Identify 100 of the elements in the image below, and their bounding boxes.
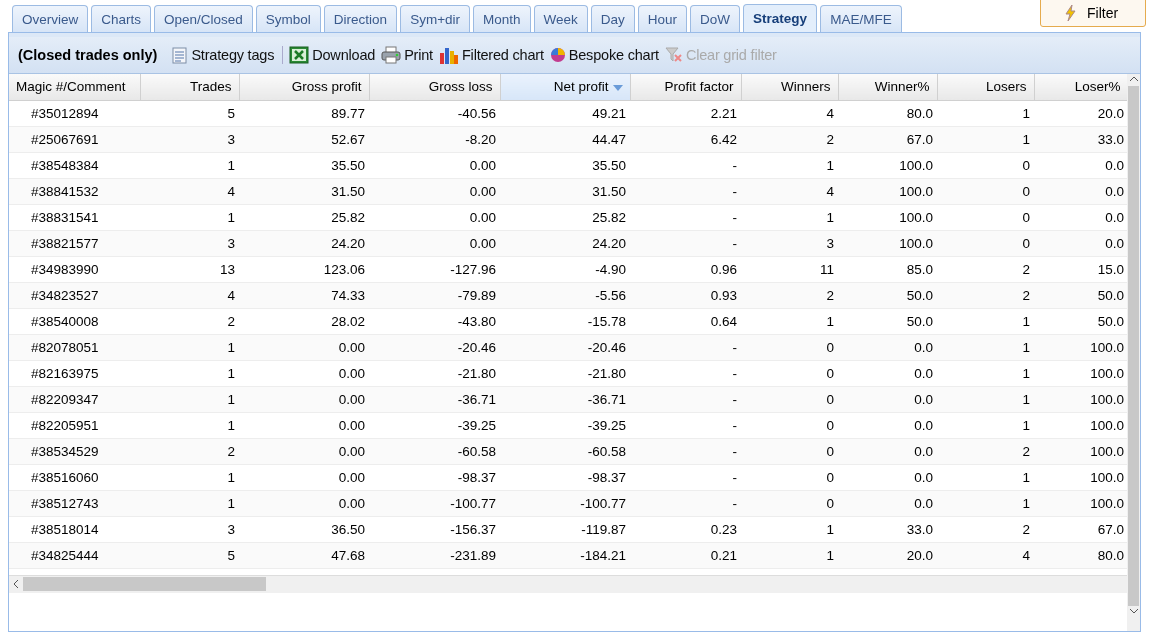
table-cell: 44.47 — [500, 126, 630, 152]
pie-chart-icon — [549, 47, 566, 63]
table-cell: 0.0 — [838, 464, 937, 490]
table-cell: -36.71 — [369, 386, 500, 412]
tab[interactable]: Week — [533, 5, 588, 32]
tab[interactable]: Overview — [12, 5, 89, 32]
table-cell: 0.00 — [239, 386, 369, 412]
scroll-left-icon[interactable] — [11, 579, 21, 589]
table-cell: #82078051 — [9, 334, 140, 360]
table-cell: 0.00 — [239, 490, 369, 516]
table-cell: - — [630, 386, 741, 412]
table-cell: - — [630, 412, 741, 438]
toolbar-title: (Closed trades only) — [18, 47, 158, 63]
column-header[interactable]: Loser% — [1034, 74, 1127, 100]
table-cell: 47.68 — [239, 542, 369, 568]
tab[interactable]: Open/Closed — [154, 5, 253, 32]
table-cell: #38518014 — [9, 516, 140, 542]
toolbar-link[interactable]: Filtered chart — [438, 45, 544, 65]
table-cell: 1 — [741, 516, 838, 542]
table-cell: -156.37 — [369, 516, 500, 542]
table-cell: 25.82 — [500, 204, 630, 230]
tab[interactable]: Strategy — [743, 4, 818, 32]
table-cell: 1 — [937, 334, 1034, 360]
filter-button[interactable]: Filter — [1040, 0, 1146, 27]
column-header[interactable]: Gross profit — [239, 74, 369, 100]
sort-descending-icon — [612, 84, 623, 91]
table-cell: 0.0 — [1034, 178, 1127, 204]
table-cell: 4 — [937, 542, 1034, 568]
table-cell: 0.96 — [630, 256, 741, 282]
table-cell: 33.0 — [838, 516, 937, 542]
table-cell: 0.0 — [838, 386, 937, 412]
table-cell: 0 — [741, 464, 838, 490]
table-cell: 5 — [140, 542, 239, 568]
table-cell: 1 — [140, 412, 239, 438]
table-cell: 0.0 — [1034, 230, 1127, 256]
table-cell: 3 — [140, 516, 239, 542]
table-cell: 1 — [937, 386, 1034, 412]
scroll-up-icon[interactable] — [1128, 74, 1139, 84]
column-header[interactable]: Losers — [937, 74, 1034, 100]
column-header[interactable]: Gross loss — [369, 74, 500, 100]
column-header[interactable]: Profit factor — [630, 74, 741, 100]
scroll-down-icon[interactable] — [1128, 606, 1139, 616]
tab[interactable]: Sym+dir — [400, 5, 471, 32]
tab[interactable]: DoW — [690, 5, 741, 32]
column-header[interactable]: Winner% — [838, 74, 937, 100]
table-cell: 4 — [741, 100, 838, 126]
table-cell: 13 — [140, 256, 239, 282]
column-header[interactable]: Trades — [140, 74, 239, 100]
tab[interactable]: Hour — [637, 5, 688, 32]
tab[interactable]: Charts — [91, 5, 152, 32]
table-cell: 49.21 — [500, 100, 630, 126]
table-cell: 28.02 — [239, 308, 369, 334]
table-cell: 2 — [937, 438, 1034, 464]
table-cell: -4.90 — [500, 256, 630, 282]
table-cell: 100.0 — [838, 204, 937, 230]
table-cell: 100.0 — [838, 178, 937, 204]
table-cell: - — [630, 204, 741, 230]
tab[interactable]: Direction — [323, 5, 398, 32]
table-cell: 0 — [741, 334, 838, 360]
toolbar-link[interactable]: Download — [289, 46, 376, 64]
table-cell: 1 — [937, 360, 1034, 386]
table-cell: -40.56 — [369, 100, 500, 126]
table-cell: 1 — [937, 126, 1034, 152]
table-cell: 0.23 — [630, 516, 741, 542]
table-cell: 33.0 — [1034, 126, 1127, 152]
table-cell: 5 — [140, 100, 239, 126]
table-cell: 2.21 — [630, 100, 741, 126]
table-cell: -20.46 — [500, 334, 630, 360]
scrollbar-thumb[interactable] — [1128, 86, 1139, 606]
table-cell: 0 — [937, 204, 1034, 230]
table-cell: 100.0 — [838, 230, 937, 256]
table-cell: #35012894 — [9, 100, 140, 126]
table-cell: -98.37 — [500, 464, 630, 490]
column-header[interactable]: Magic #/Comment — [9, 74, 140, 100]
table-cell: -36.71 — [500, 386, 630, 412]
toolbar-link[interactable]: Bespoke chart — [549, 47, 659, 63]
table-cell: 1 — [741, 152, 838, 178]
table-cell: -20.46 — [369, 334, 500, 360]
column-header[interactable]: Net profit — [500, 74, 630, 100]
table-cell: 0 — [937, 152, 1034, 178]
clear-filter-icon — [664, 46, 683, 64]
table-cell: 0.00 — [369, 204, 500, 230]
table-cell: 1 — [937, 490, 1034, 516]
tab[interactable]: Month — [473, 5, 531, 32]
toolbar-link[interactable]: Strategy tags — [171, 46, 275, 64]
table-cell: 89.77 — [239, 100, 369, 126]
table-cell: 2 — [937, 282, 1034, 308]
tab[interactable]: Symbol — [255, 5, 321, 32]
tab[interactable]: MAE/MFE — [820, 5, 902, 32]
table-cell: #34823527 — [9, 282, 140, 308]
table-cell: #38540008 — [9, 308, 140, 334]
table-cell: 67.0 — [838, 126, 937, 152]
table-cell: 0 — [937, 230, 1034, 256]
table-cell: 0.00 — [239, 334, 369, 360]
column-header[interactable]: Winners — [741, 74, 838, 100]
scrollbar-thumb[interactable] — [23, 577, 266, 591]
table-cell: -100.77 — [500, 490, 630, 516]
tab[interactable]: Day — [590, 5, 635, 32]
toolbar-link[interactable]: Print — [381, 46, 433, 64]
table-cell: - — [630, 334, 741, 360]
